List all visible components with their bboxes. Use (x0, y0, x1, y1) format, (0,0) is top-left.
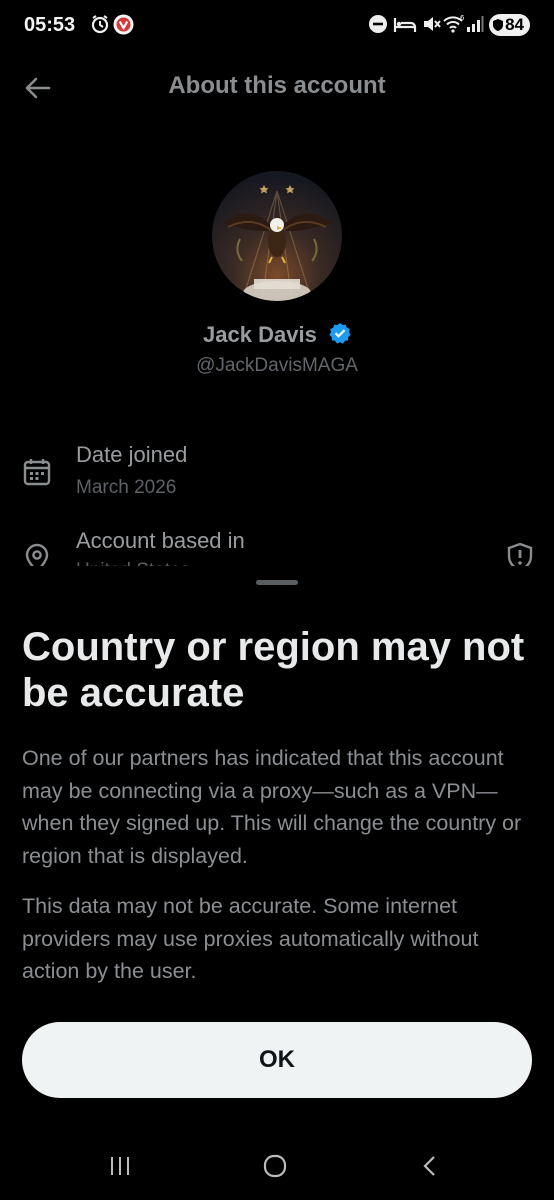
eagle-avatar-image (212, 171, 342, 301)
date-joined-row: Date joined March 2026 (0, 440, 554, 510)
sheet-paragraph-2: This data may not be accurate. Some inte… (22, 894, 479, 983)
profile-avatar[interactable] (212, 171, 342, 301)
top-app-bar: About this account (0, 62, 554, 114)
sheet-drag-handle[interactable] (256, 580, 298, 585)
bottom-sheet: Country or region may not be accurate On… (0, 566, 554, 1200)
ok-button[interactable]: OK (22, 1022, 532, 1098)
sheet-paragraph-1: One of our partners has indicated that t… (22, 746, 522, 868)
date-joined-value: March 2026 (76, 477, 177, 498)
mute-icon (421, 14, 441, 39)
sheet-title: Country or region may not be accurate (22, 625, 525, 715)
recent-apps-icon[interactable] (108, 1154, 132, 1183)
date-joined-label: Date joined (76, 442, 188, 467)
account-based-in-label: Account based in (76, 528, 245, 553)
alarm-icon (90, 14, 110, 39)
profile-name: Jack Davis (203, 322, 317, 347)
wifi-6-icon: 6 (443, 14, 465, 39)
system-navigation-bar (0, 1140, 554, 1200)
status-time: 05:53 (24, 14, 76, 36)
signal-icon (466, 14, 484, 39)
page-title: About this account (168, 72, 386, 99)
battery-indicator: 84 (489, 14, 530, 36)
status-bar: 05:53 6 84 (0, 0, 554, 52)
vivaldi-icon (113, 14, 134, 40)
sleep-icon (393, 14, 417, 39)
dnd-icon (368, 14, 388, 39)
profile-handle: @JackDavisMAGA (196, 355, 358, 376)
battery-level: 84 (505, 15, 524, 34)
back-nav-icon[interactable] (420, 1154, 440, 1183)
calendar-icon (22, 456, 52, 493)
battery-shield-icon (493, 19, 504, 31)
svg-text:6: 6 (460, 14, 465, 22)
verified-badge-icon (329, 322, 351, 350)
profile-name-row: Jack Davis (0, 322, 554, 350)
home-icon[interactable] (262, 1154, 288, 1183)
